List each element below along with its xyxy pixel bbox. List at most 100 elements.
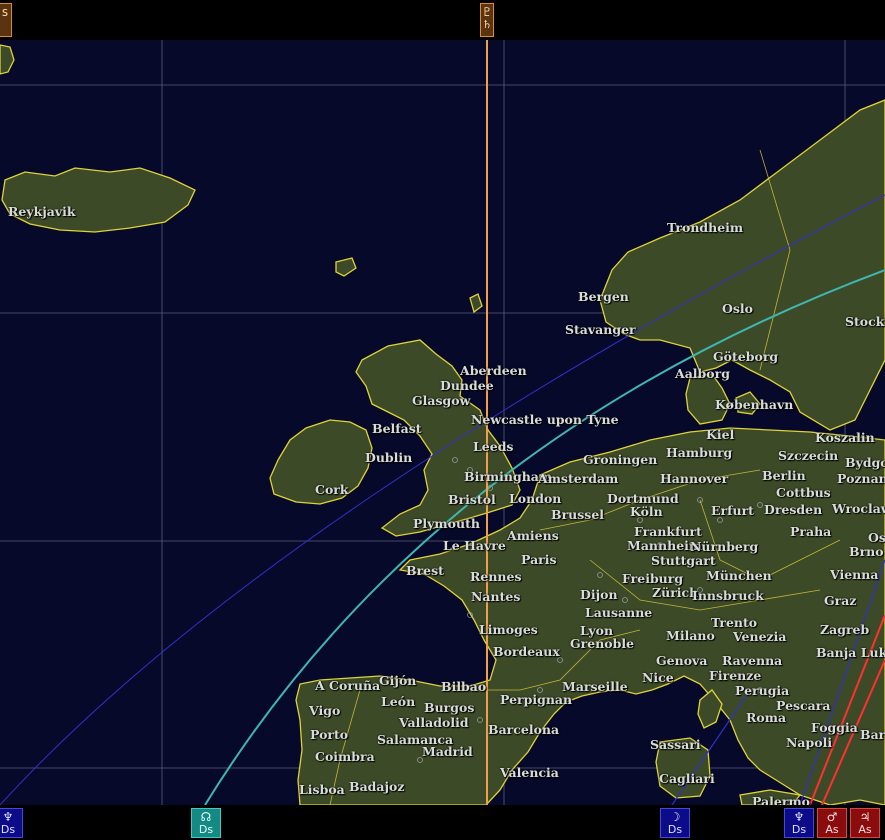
city-label[interactable]: Gijón <box>379 674 416 688</box>
city-label[interactable]: Stavanger <box>565 323 636 337</box>
city-label[interactable]: Napoli <box>786 736 832 750</box>
city-label[interactable]: München <box>706 569 772 583</box>
city-label[interactable]: Amiens <box>507 529 559 543</box>
city-label[interactable]: Erfurt <box>711 504 754 518</box>
city-label[interactable]: Barcelona <box>488 723 559 737</box>
moon-ds-marker[interactable]: ☽ Ds <box>660 808 690 838</box>
city-label[interactable]: Burgos <box>424 701 474 715</box>
city-label[interactable]: Amsterdam <box>538 472 618 486</box>
city-label[interactable]: Perugia <box>735 684 789 698</box>
city-label[interactable]: Cottbus <box>776 486 831 500</box>
city-label[interactable]: Cagliari <box>659 772 715 786</box>
city-label[interactable]: Grenoble <box>570 637 634 651</box>
city-label[interactable]: Graz <box>824 594 856 608</box>
city-label[interactable]: León <box>381 695 415 709</box>
city-label[interactable]: Praha <box>790 525 831 539</box>
city-label[interactable]: Bydgo <box>845 456 885 470</box>
city-label[interactable]: Dresden <box>764 503 822 517</box>
city-label[interactable]: Sassari <box>650 738 701 752</box>
city-label[interactable]: Groningen <box>583 453 657 467</box>
city-label[interactable]: Trondheim <box>667 221 743 235</box>
pluto-saturn-marker[interactable]: ♇ ♄ <box>480 3 494 37</box>
city-label[interactable]: Aalborg <box>675 367 730 381</box>
mars-as-marker[interactable]: ♂ As <box>817 808 847 838</box>
city-label[interactable]: Porto <box>310 728 348 742</box>
city-label[interactable]: Nürnberg <box>690 540 758 554</box>
city-label[interactable]: Aberdeen <box>460 364 527 378</box>
city-label[interactable]: Firenze <box>709 669 761 683</box>
city-label[interactable]: Banja Luk <box>816 646 885 660</box>
city-label[interactable]: Göteborg <box>713 350 778 364</box>
city-label[interactable]: Reykjavik <box>8 205 76 219</box>
city-label[interactable]: Vienna <box>830 568 878 582</box>
city-label[interactable]: Badajoz <box>349 780 404 794</box>
city-label[interactable]: Wroclaw <box>832 502 885 516</box>
city-label[interactable]: Ravenna <box>722 654 782 668</box>
city-label[interactable]: Madrid <box>422 745 473 759</box>
city-label[interactable]: Paris <box>521 553 557 567</box>
city-label[interactable]: Palermo <box>752 795 810 805</box>
city-label[interactable]: Newcastle upon Tyne <box>471 413 619 427</box>
node-ds-marker[interactable]: ☊ Ds <box>191 808 221 838</box>
city-label[interactable]: Frankfurt <box>634 525 702 539</box>
city-label[interactable]: Brno <box>849 545 884 559</box>
neptune-ds-marker[interactable]: ♆ Ds <box>0 808 23 838</box>
world-map[interactable]: Reykjavik Trondheim Bergen Oslo Stockh Stavan… <box>0 40 885 805</box>
city-label[interactable]: Stockh <box>845 315 885 329</box>
city-label[interactable]: Leeds <box>473 440 513 454</box>
city-label[interactable]: Stuttgart <box>651 554 716 568</box>
jupiter-as-marker[interactable]: ♃ As <box>850 808 880 838</box>
pluto-glyph: ♇ <box>481 5 493 19</box>
city-label[interactable]: Venezia <box>733 630 787 644</box>
city-label[interactable]: Brussel <box>551 508 604 522</box>
neptune-ds-marker-right[interactable]: ♆ Ds <box>784 808 814 838</box>
city-label[interactable]: Bristol <box>448 493 496 507</box>
city-label[interactable]: Dublin <box>365 451 412 465</box>
city-label[interactable]: Valladolid <box>399 716 469 730</box>
city-label[interactable]: Coimbra <box>315 750 375 764</box>
city-label[interactable]: Glasgow <box>412 394 470 408</box>
city-label[interactable]: Valencia <box>500 766 559 780</box>
city-label[interactable]: Berlin <box>762 469 806 483</box>
city-label[interactable]: Hannover <box>660 472 728 486</box>
city-label[interactable]: Innsbruck <box>692 589 764 603</box>
city-label[interactable]: Plymouth <box>413 517 480 531</box>
city-label[interactable]: Rennes <box>470 570 522 584</box>
city-label[interactable]: Belfast <box>372 422 422 436</box>
city-label[interactable]: Foggia <box>811 721 858 735</box>
city-label[interactable]: Bordeaux <box>493 645 560 659</box>
city-label[interactable]: Bari <box>860 728 885 742</box>
city-label[interactable]: Genova <box>656 654 707 668</box>
city-label[interactable]: Bergen <box>578 290 629 304</box>
city-label[interactable]: Oslo <box>722 302 753 316</box>
city-label[interactable]: Freiburg <box>622 572 683 586</box>
city-label[interactable]: Kiel <box>706 428 734 442</box>
city-label[interactable]: Dundee <box>440 379 494 393</box>
city-label[interactable]: Limoges <box>479 623 538 637</box>
city-label[interactable]: Os <box>868 531 885 545</box>
city-label[interactable]: Szczecin <box>778 449 838 463</box>
city-label[interactable]: Koszalin <box>815 431 875 445</box>
city-label[interactable]: København <box>715 398 793 412</box>
city-label[interactable]: Bilbao <box>441 680 486 694</box>
city-label[interactable]: Perpignan <box>500 693 572 707</box>
city-label[interactable]: Nice <box>642 671 674 685</box>
city-label[interactable]: Zagreb <box>820 623 869 637</box>
city-label[interactable]: Roma <box>746 711 786 725</box>
city-label[interactable]: Milano <box>666 629 715 643</box>
city-label[interactable]: Lisboa <box>299 783 345 797</box>
city-label[interactable]: Hamburg <box>666 446 732 460</box>
city-label[interactable]: Poznan <box>837 472 885 486</box>
city-label[interactable]: Köln <box>630 505 663 519</box>
top-left-marker[interactable]: s <box>0 3 12 37</box>
city-label[interactable]: Nantes <box>471 590 520 604</box>
city-label[interactable]: London <box>509 492 561 506</box>
city-label[interactable]: Brest <box>406 564 444 578</box>
city-label[interactable]: Le Havre <box>443 539 506 553</box>
city-label[interactable]: Cork <box>315 483 349 497</box>
city-label[interactable]: Vigo <box>309 704 340 718</box>
city-label[interactable]: A Coruña <box>315 679 380 693</box>
city-label[interactable]: Dijon <box>580 588 618 602</box>
city-label[interactable]: Lausanne <box>585 606 652 620</box>
city-label[interactable]: Trento <box>711 616 757 630</box>
